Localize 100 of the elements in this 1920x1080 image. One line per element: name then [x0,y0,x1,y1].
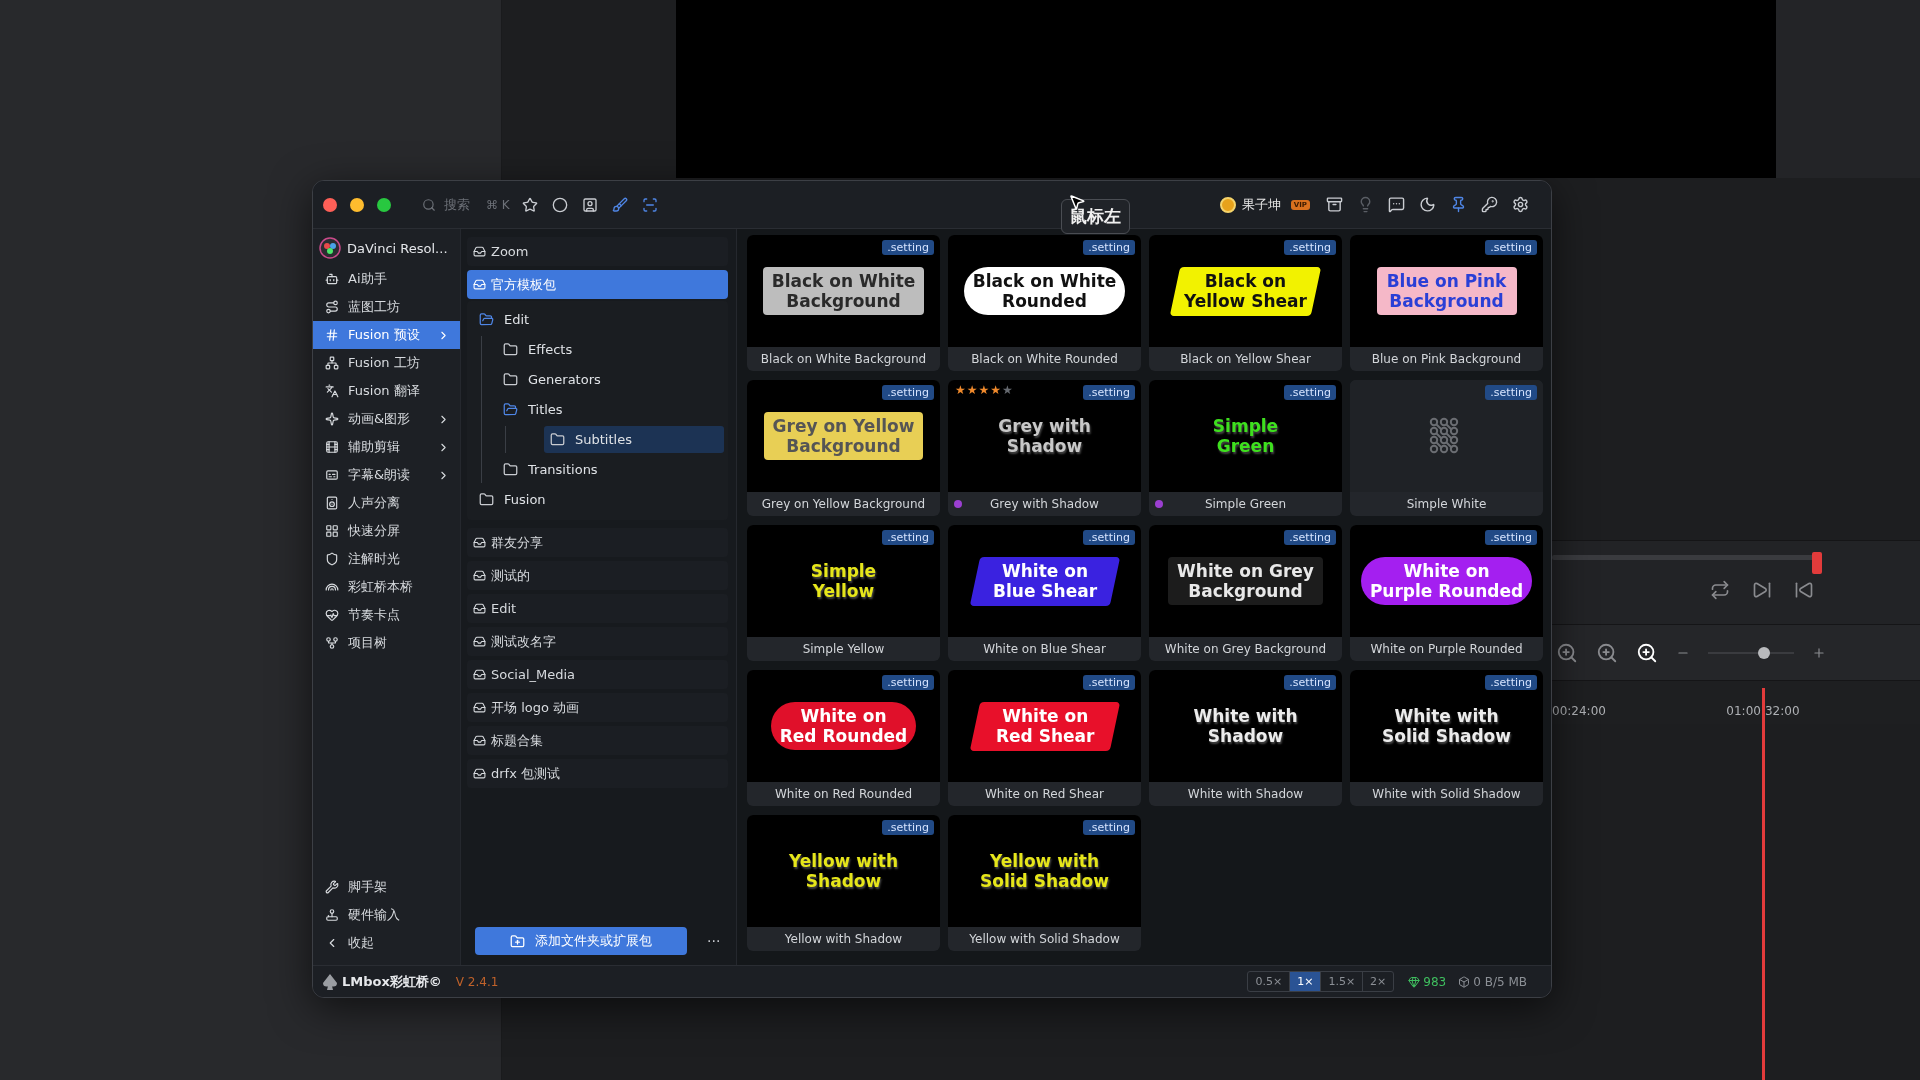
preview-text: White on Blue Shear [992,560,1097,602]
sidebar-item[interactable]: 字幕&朗读 [313,461,460,489]
pack-item[interactable]: Zoom [467,237,728,266]
folder-icon [503,372,518,387]
sidebar-item[interactable]: 注解时光 [313,545,460,573]
pack-item[interactable]: 官方模板包 [467,270,728,299]
zoom-icon[interactable] [1636,641,1658,664]
plus-icon[interactable] [1812,645,1826,660]
user-name[interactable]: 果子坤 [1241,195,1281,214]
preset-card[interactable]: .setting White on Red Shear White on Red Shear [948,670,1141,806]
route-icon [325,300,339,314]
sidebar-item[interactable]: Fusion 翻译 [313,377,460,405]
card-title: Yellow with Solid Shadow [969,932,1120,946]
pack-item[interactable]: Social_Media [467,660,728,689]
sidebar-item[interactable]: 人声分离 [313,489,460,517]
sidebar-item[interactable]: 脚手架 [313,873,460,901]
card-title: Simple Yellow [802,642,885,656]
pack-item[interactable]: Edit [467,594,728,623]
preset-card[interactable]: .setting White on Purple Rounded White on Purple Rounded [1350,525,1543,661]
preview-text: Black on Yellow Shear [1184,270,1307,312]
maximize-button[interactable] [377,197,391,212]
preset-card[interactable]: .setting White on Blue Shear White on Blue Shear [948,525,1141,661]
preset-card[interactable]: .setting White on Grey Background White on Grey Background [1149,525,1342,661]
card-title: White on Blue Shear [983,642,1106,656]
preset-card[interactable]: .setting White on Red Rounded White on Red Rounded [747,670,940,806]
sidebar-item[interactable]: 彩虹桥本桥 [313,573,460,601]
file-type-badge: .setting [1284,240,1336,255]
speed-option[interactable]: 1.5× [1321,972,1364,991]
sidebar-item[interactable]: 蓝图工坊 [313,293,460,321]
tree-item[interactable]: Generators [497,366,724,393]
add-folder-button[interactable]: 添加文件夹或扩展包 [475,927,687,955]
card-title: White with Shadow [1187,787,1304,801]
tree-item[interactable]: Titles [497,396,724,423]
preset-card[interactable]: .setting Black on White Background Black on White Background [747,235,940,371]
preset-card[interactable]: .setting White with Shadow White with Shadow [1149,670,1342,806]
sidebar-item[interactable]: 收起 [313,929,460,957]
card-title: Grey with Shadow [990,497,1099,511]
sidebar-item[interactable]: Fusion 工坊 [313,349,460,377]
tree-item[interactable]: Subtitles [544,426,724,453]
skip-forward-icon[interactable] [1752,580,1772,600]
hash-icon [325,328,339,342]
gem-icon [1408,975,1421,988]
preset-card[interactable]: .setting Blue on Pink Background Blue on Pink Background [1350,235,1543,371]
sidebar-item[interactable]: Fusion 预设 [313,321,460,349]
preset-card[interactable]: .setting Simple White [1350,380,1543,516]
pack-item[interactable]: 测试的 [467,561,728,590]
pack-item[interactable]: 测试改名字 [467,627,728,656]
preset-card[interactable]: .setting Yellow with Solid Shadow Yellow with Solid Shadow [948,815,1141,951]
file-type-badge: .setting [882,530,934,545]
slider-thumb[interactable] [1757,646,1770,659]
pack-item[interactable]: 标题合集 [467,726,728,755]
file-type-badge: .setting [1284,530,1336,545]
loop-icon[interactable] [1710,580,1730,600]
close-button[interactable] [323,197,337,212]
app-name: DaVinci Resol... [347,240,448,256]
sidebar-item[interactable]: 硬件输入 [313,901,460,929]
preset-card[interactable]: .setting Black on Yellow Shear Black on Yellow Shear [1149,235,1342,371]
speed-option[interactable]: 2× [1363,972,1394,991]
avatar[interactable] [1219,196,1236,213]
card-title: Simple White [1406,497,1487,511]
folder-icon [503,462,518,477]
sidebar-item[interactable]: 节奏卡点 [313,601,460,629]
minimize-button[interactable] [350,197,364,212]
preview-text: White on Red Shear [995,705,1094,747]
sidebar-item[interactable]: Ai助手 [313,265,460,293]
tree-item[interactable]: Edit [473,306,724,333]
pack-item[interactable]: drfx 包测试 [467,759,728,788]
sidebar-item[interactable]: 动画&图形 [313,405,460,433]
tree-item[interactable]: Fusion [473,486,724,513]
sidebar-item[interactable]: 辅助剪辑 [313,433,460,461]
preview-text: White on Red Rounded [779,705,908,747]
sidebar-item[interactable]: 快速分屏 [313,517,460,545]
preview-text: White with Solid Shadow [1381,705,1511,747]
star-icon: ★ [966,384,978,396]
card-title: White on Purple Rounded [1370,642,1523,656]
pack-item[interactable]: 开场 logo 动画 [467,693,728,722]
more-button[interactable]: ··· [701,932,727,950]
speaker-icon [325,496,339,510]
preset-card[interactable]: .setting Simple Yellow Simple Yellow [747,525,940,661]
preview-text: White on Grey Background [1177,560,1314,602]
card-title: Blue on Pink Background [1371,352,1522,366]
preset-card[interactable]: .setting Yellow with Shadow Yellow with Shadow [747,815,940,951]
sidebar-item[interactable]: 项目树 [313,629,460,657]
playhead-marker[interactable] [1812,552,1822,574]
preset-card[interactable]: .setting Black on White Rounded Black on White Rounded [948,235,1141,371]
tooltip: 鼠标左 [1061,199,1130,234]
preset-card[interactable]: .setting White with Solid Shadow White with Solid Shadow [1350,670,1543,806]
speed-option[interactable]: 1× [1290,972,1322,991]
preview-text: Blue on Pink Background [1386,270,1507,312]
skip-back-icon[interactable] [1794,580,1814,600]
tree-item[interactable]: Transitions [497,456,724,483]
pack-item[interactable]: 群友分享 [467,528,728,557]
folder-icon [550,432,565,447]
inbox-icon [473,668,486,681]
preset-card[interactable]: .setting Simple Green Simple Green [1149,380,1342,516]
preset-card[interactable]: ★★★★★ .setting Grey with Shadow Grey with Shadow [948,380,1141,516]
preset-card[interactable]: .setting Grey on Yellow Background Grey on Yellow Background [747,380,940,516]
tree-item[interactable]: Effects [497,336,724,363]
search-field[interactable]: 搜索 [444,197,478,212]
shortcut-hint: ⌘ K [486,197,510,212]
